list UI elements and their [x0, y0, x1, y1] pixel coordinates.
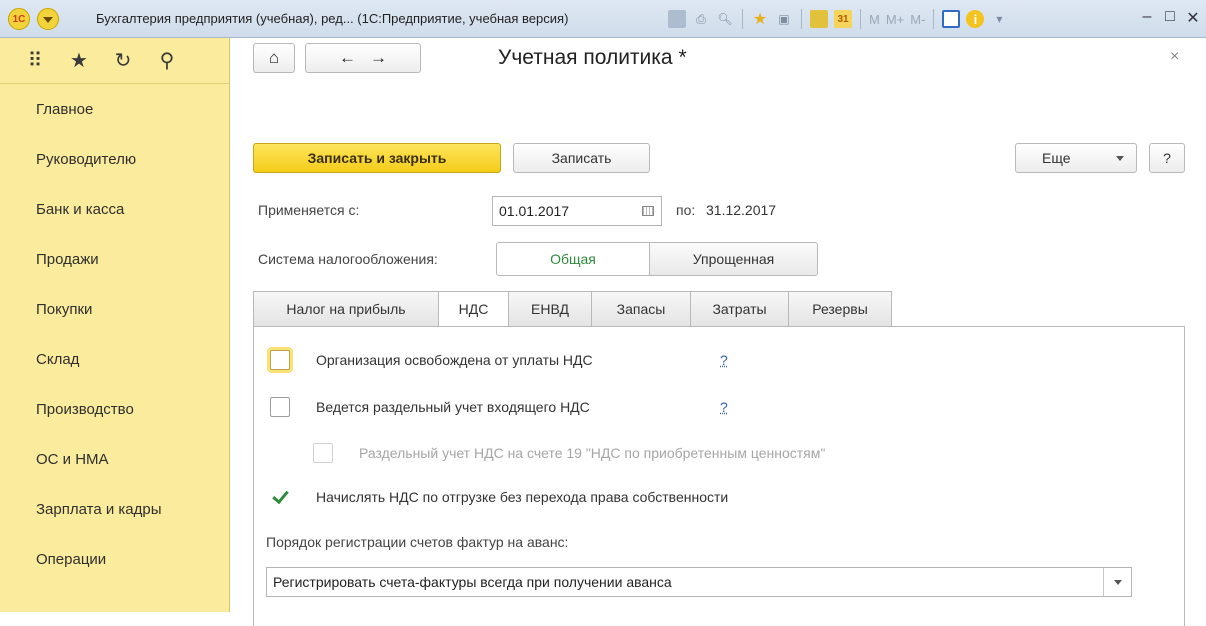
- tab-profit-tax[interactable]: Налог на прибыль: [253, 291, 439, 327]
- invoice-order-select[interactable]: Регистрировать счета-фактуры всегда при …: [266, 567, 1132, 597]
- tax-system-switch: Общая Упрощенная: [496, 242, 818, 276]
- more-button[interactable]: Еще: [1015, 143, 1137, 173]
- tab-reserves[interactable]: Резервы: [789, 291, 892, 327]
- sidebar-item-manager[interactable]: Руководителю: [0, 134, 229, 184]
- minimize-button[interactable]: –: [1137, 8, 1157, 26]
- vat-exempt-label: Организация освобождена от уплаты НДС: [316, 352, 593, 368]
- toolbar-divider: [801, 9, 802, 29]
- invoice-order-label: Порядок регистрации счетов фактур на ава…: [266, 534, 569, 550]
- print-icon[interactable]: ⎙: [692, 10, 710, 28]
- policy-tabs: Налог на прибыль НДС ЕНВД Запасы Затраты…: [253, 291, 892, 327]
- save-button[interactable]: Записать: [513, 143, 650, 173]
- applies-from-date-value: 01.01.2017: [499, 203, 570, 219]
- close-form-icon[interactable]: ×: [1170, 48, 1179, 66]
- toolbar-divider: [860, 9, 861, 29]
- sidebar-item-main[interactable]: Главное: [0, 84, 229, 134]
- vat-on-shipment-label: Начислять НДС по отгрузке без перехода п…: [316, 489, 729, 505]
- separate-vat-19-checkbox[interactable]: [313, 443, 333, 463]
- window-title: Бухгалтерия предприятия (учебная), ред..…: [96, 11, 569, 26]
- separate-vat-label: Ведется раздельный учет входящего НДС: [316, 399, 590, 415]
- tab-envd[interactable]: ЕНВД: [509, 291, 592, 327]
- close-window-button[interactable]: ✕: [1183, 8, 1203, 28]
- vat-on-shipment-checkbox[interactable]: [270, 487, 290, 507]
- more-button-label: Еще: [1042, 150, 1071, 166]
- sidebar-item-warehouse[interactable]: Склад: [0, 334, 229, 384]
- sidebar-toolbar: ⠿ ★ ↻ ⚲: [0, 38, 229, 84]
- favorites-star-icon[interactable]: ★: [751, 10, 769, 28]
- sidebar-item-label: Главное: [36, 100, 94, 118]
- info-icon[interactable]: i: [966, 10, 985, 28]
- sidebar-item-bank[interactable]: Банк и касса: [0, 184, 229, 234]
- sections-sidebar: ⠿ ★ ↻ ⚲ Главное Руководителю Банк и касс…: [0, 38, 230, 612]
- calendar-picker-icon[interactable]: [637, 197, 659, 225]
- sidebar-item-purchases[interactable]: Покупки: [0, 284, 229, 334]
- calculator-icon[interactable]: [810, 10, 828, 28]
- sidebar-item-label: Зарплата и кадры: [36, 500, 162, 518]
- tax-system-label: Система налогообложения:: [258, 251, 438, 267]
- sidebar-item-operations[interactable]: Операции: [0, 534, 229, 584]
- chevron-down-icon: [1116, 155, 1124, 161]
- applies-to-value: 31.12.2017: [706, 202, 777, 218]
- chevron-down-icon[interactable]: ▾: [990, 10, 1008, 28]
- sidebar-item-sales[interactable]: Продажи: [0, 234, 229, 284]
- separate-vat-checkbox[interactable]: [270, 397, 290, 417]
- sidebar-item-label: Руководителю: [36, 150, 137, 168]
- search-icon[interactable]: ⚲: [156, 48, 178, 73]
- toolbar-divider: [933, 9, 935, 29]
- home-icon: ⌂: [268, 48, 280, 67]
- vat-exempt-checkbox[interactable]: [270, 350, 290, 370]
- sidebar-item-label: Покупки: [36, 300, 93, 318]
- calendar-icon[interactable]: 31: [834, 10, 852, 28]
- preview-icon[interactable]: 🔍︎: [716, 10, 734, 28]
- sidebar-item-label: Операции: [36, 550, 107, 568]
- save-and-close-button[interactable]: Записать и закрыть: [253, 143, 501, 173]
- panel-layout-icon[interactable]: [942, 10, 961, 28]
- chevron-down-icon[interactable]: [1103, 568, 1131, 596]
- sidebar-item-label: Банк и касса: [36, 200, 125, 218]
- sidebar-item-production[interactable]: Производство: [0, 384, 229, 434]
- maximize-button[interactable]: □: [1160, 8, 1180, 26]
- memory-m-button[interactable]: M: [869, 10, 880, 28]
- apps-grid-icon[interactable]: ⠿: [24, 48, 46, 73]
- tax-system-general-option[interactable]: Общая: [497, 243, 650, 275]
- title-toolbar: ⎙ 🔍︎ ★ ▣ 31 M M+ M- i ▾: [668, 8, 1008, 30]
- window-titlebar: 1С Бухгалтерия предприятия (учебная), ре…: [0, 0, 1206, 38]
- separate-vat-help-link[interactable]: ?: [720, 399, 728, 415]
- tax-system-simplified-option[interactable]: Упрощенная: [650, 243, 817, 275]
- memory-mminus-button[interactable]: M-: [910, 10, 925, 28]
- sidebar-item-label: Продажи: [36, 250, 99, 268]
- tab-inventory[interactable]: Запасы: [592, 291, 691, 327]
- applies-to-label: по:: [676, 202, 696, 218]
- bookmark-icon[interactable]: ▣: [775, 10, 793, 28]
- forward-arrow-icon[interactable]: →: [370, 48, 387, 68]
- memory-mplus-button[interactable]: M+: [886, 10, 904, 28]
- sidebar-item-label: ОС и НМА: [36, 450, 109, 468]
- sidebar-item-label: Производство: [36, 400, 134, 418]
- history-nav-group: ← →: [305, 43, 421, 73]
- sidebar-item-assets[interactable]: ОС и НМА: [0, 434, 229, 484]
- history-icon[interactable]: ↻: [112, 48, 134, 73]
- star-icon[interactable]: ★: [68, 48, 90, 73]
- sidebar-item-payroll[interactable]: Зарплата и кадры: [0, 484, 229, 534]
- tab-vat[interactable]: НДС: [439, 291, 509, 327]
- invoice-order-value: Регистрировать счета-фактуры всегда при …: [273, 574, 672, 590]
- separate-vat-19-label: Раздельный учет НДС на счете 19 "НДС по …: [359, 445, 826, 461]
- applies-from-label: Применяется с:: [258, 202, 360, 218]
- app-logo-icon[interactable]: 1С: [8, 8, 30, 30]
- help-button[interactable]: ?: [1149, 143, 1185, 173]
- page-title: Учетная политика *: [498, 46, 687, 69]
- sidebar-item-label: Склад: [36, 350, 80, 368]
- app-menu-dropdown-icon[interactable]: [37, 8, 59, 30]
- back-arrow-icon[interactable]: ←: [339, 48, 356, 68]
- home-button[interactable]: ⌂: [253, 43, 295, 73]
- save-icon[interactable]: [668, 10, 686, 28]
- vat-exempt-help-link[interactable]: ?: [720, 352, 728, 368]
- toolbar-divider: [742, 9, 743, 29]
- tab-costs[interactable]: Затраты: [691, 291, 789, 327]
